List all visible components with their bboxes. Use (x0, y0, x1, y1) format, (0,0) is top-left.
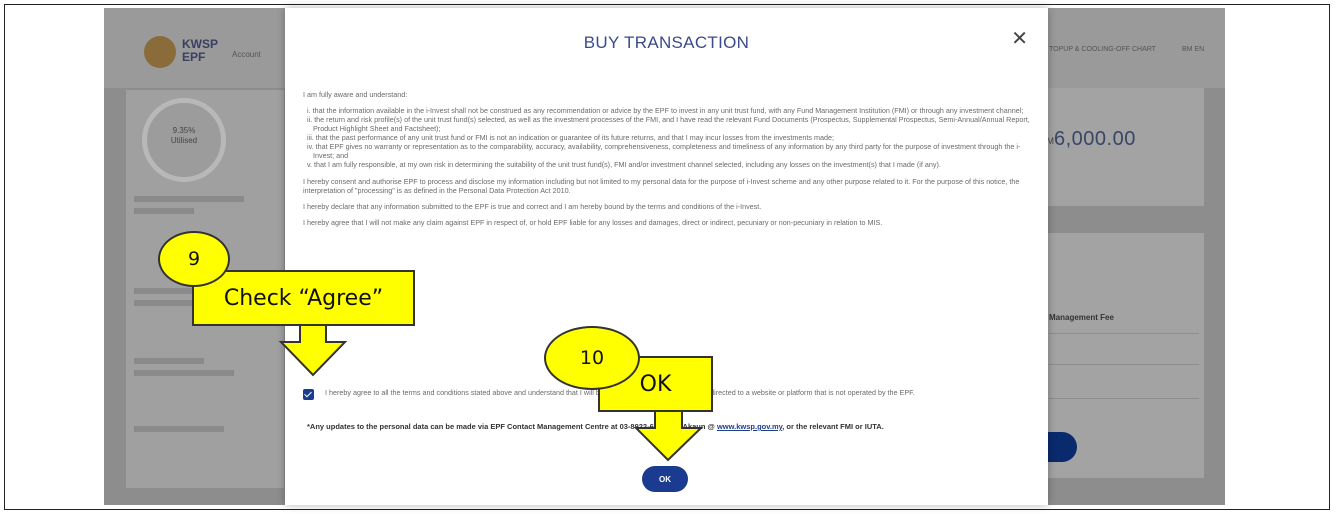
step10-badge: 10 (544, 326, 640, 390)
step9-label: Check “Agree” (223, 285, 384, 311)
arrow-down-icon (278, 319, 348, 377)
step9-callout: Check “Agree” (192, 270, 415, 326)
step10-number: 10 (579, 347, 605, 369)
step9-badge: 9 (158, 231, 230, 287)
step10-label: OK (639, 371, 672, 397)
step9-number: 9 (187, 248, 201, 270)
